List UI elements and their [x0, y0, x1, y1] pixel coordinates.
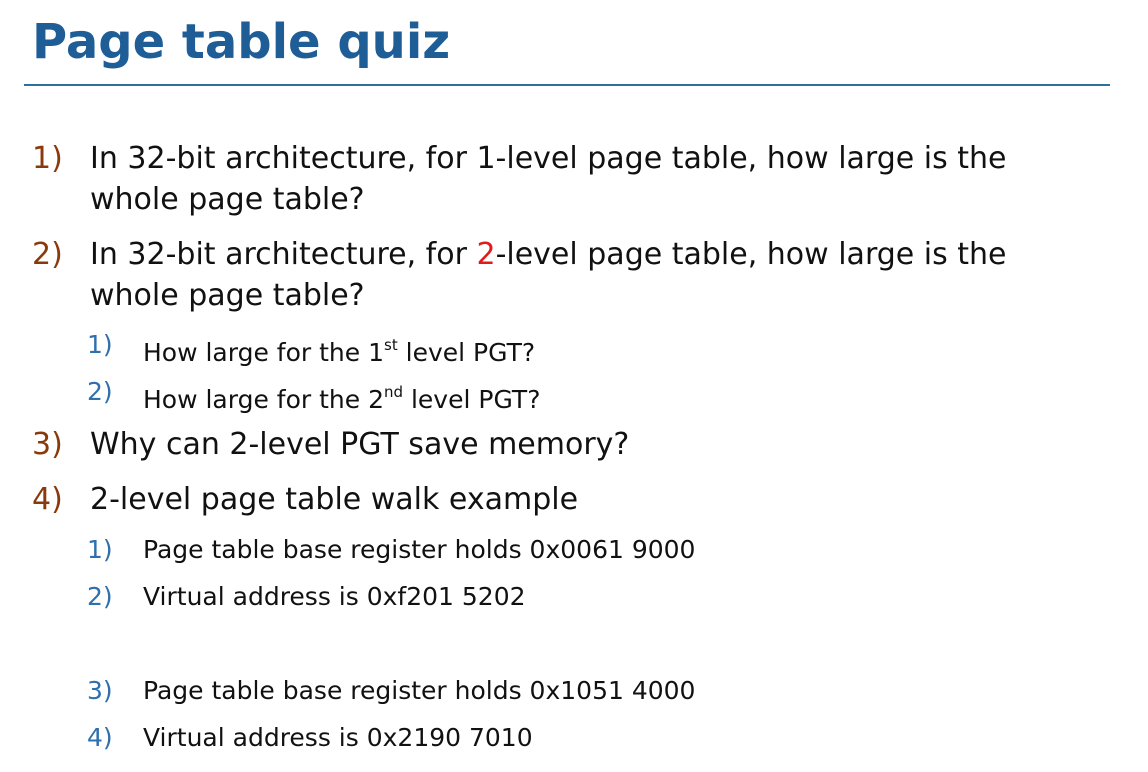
question-number: 4) [32, 482, 63, 517]
text-segment: How large for the 2 [143, 385, 384, 414]
question-text-line-1: In 32-bit architecture, for 1-level page… [90, 141, 1007, 176]
sub-item-text: Page table base register holds 0x0061 90… [143, 535, 696, 564]
sub-item-text: Page table base register holds 0x1051 40… [143, 676, 696, 705]
question-text-line-2: whole page table? [90, 182, 365, 217]
question-text-line-2: whole page table? [90, 278, 365, 313]
question-text: Why can 2-level PGT save memory? [90, 427, 630, 462]
question-number: 2) [32, 237, 63, 272]
ordinal-suffix: nd [384, 383, 404, 401]
highlighted-level: 2 [476, 237, 496, 272]
question-number: 3) [32, 427, 63, 462]
slide-title: Page table quiz [32, 14, 451, 70]
sub-item-number: 4) [87, 723, 113, 752]
ordinal-suffix: st [384, 336, 398, 354]
text-segment: In 32-bit architecture, for [90, 237, 477, 272]
sub-item-number: 2) [87, 377, 113, 406]
sub-item-text: Virtual address is 0xf201 5202 [143, 582, 526, 611]
sub-item-text: Virtual address is 0x2190 7010 [143, 723, 533, 752]
sub-item-text: How large for the 2nd level PGT? [143, 376, 540, 416]
text-segment: -level page table, how large is the [495, 237, 1007, 272]
title-divider [24, 84, 1110, 86]
sub-item-text: How large for the 1st level PGT? [143, 329, 535, 369]
sub-item-number: 2) [87, 582, 113, 611]
sub-item-number: 1) [87, 330, 113, 359]
question-text-line-1: In 32-bit architecture, for 2-level page… [90, 234, 1007, 275]
text-segment: level PGT? [403, 385, 541, 414]
question-text: 2-level page table walk example [90, 482, 579, 517]
sub-item-number: 3) [87, 676, 113, 705]
text-segment: level PGT? [397, 338, 536, 367]
question-number: 1) [32, 141, 63, 176]
sub-item-number: 1) [87, 535, 113, 564]
text-segment: How large for the 1 [143, 338, 384, 367]
